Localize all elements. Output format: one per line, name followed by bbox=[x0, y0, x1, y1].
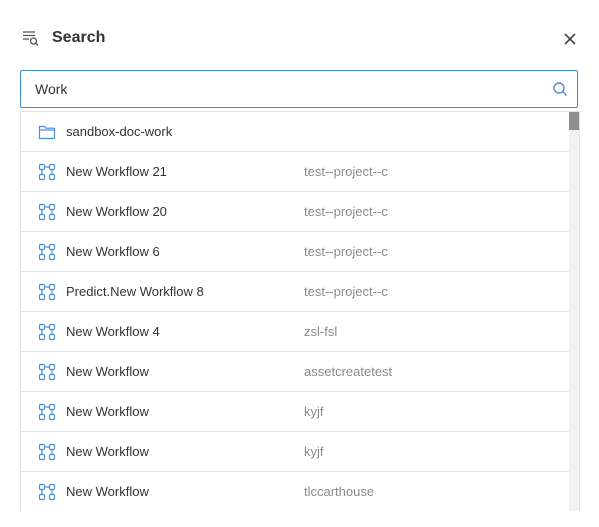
result-project: test--project--c bbox=[304, 204, 388, 219]
workflow-icon bbox=[38, 243, 56, 261]
result-name: sandbox-doc-work bbox=[66, 124, 173, 139]
result-name: New Workflow bbox=[66, 364, 149, 379]
workflow-icon bbox=[38, 443, 56, 461]
result-project: test--project--c bbox=[304, 164, 388, 179]
workflow-icon bbox=[38, 363, 56, 381]
workflow-result-row[interactable]: New Workflow tlccarthouse bbox=[21, 472, 569, 511]
search-results-list: sandbox-doc-work New Workflow 21 test--pro… bbox=[20, 111, 580, 511]
result-name: Predict.New Workflow 8 bbox=[66, 284, 204, 299]
workflow-result-row[interactable]: New Workflow kyjf bbox=[21, 432, 569, 472]
scrollbar-thumb[interactable] bbox=[569, 112, 579, 130]
workflow-result-row[interactable]: New Workflow 20 test--project--c bbox=[21, 192, 569, 232]
result-name: New Workflow 6 bbox=[66, 244, 160, 259]
result-name: New Workflow bbox=[66, 404, 149, 419]
result-name: New Workflow bbox=[66, 444, 149, 459]
workflow-icon bbox=[38, 483, 56, 501]
workflow-result-row[interactable]: New Workflow 6 test--project--c bbox=[21, 232, 569, 272]
result-project: kyjf bbox=[304, 444, 324, 459]
workflow-icon bbox=[38, 323, 56, 341]
search-box bbox=[20, 70, 578, 108]
scrollbar[interactable] bbox=[569, 112, 579, 511]
workflow-result-row[interactable]: New Workflow 21 test--project--c bbox=[21, 152, 569, 192]
result-name: New Workflow 4 bbox=[66, 324, 160, 339]
result-project: tlccarthouse bbox=[304, 484, 375, 499]
result-name: New Workflow 21 bbox=[66, 164, 167, 179]
workflow-icon bbox=[38, 283, 56, 301]
result-project: test--project--c bbox=[304, 284, 388, 299]
workflow-result-row[interactable]: Predict.New Workflow 8 test--project--c bbox=[21, 272, 569, 312]
search-input[interactable] bbox=[35, 71, 535, 107]
workflow-result-row[interactable]: New Workflow 4 zsl-fsl bbox=[21, 312, 569, 352]
search-icon[interactable] bbox=[552, 81, 568, 97]
result-project: test--project--c bbox=[304, 244, 388, 259]
result-project: kyjf bbox=[304, 404, 324, 419]
workflow-icon bbox=[38, 203, 56, 221]
workflow-result-row[interactable]: New Workflow kyjf bbox=[21, 392, 569, 432]
workflow-icon bbox=[38, 403, 56, 421]
folder-icon bbox=[38, 123, 56, 141]
workflow-icon bbox=[38, 163, 56, 181]
folder-result-row[interactable]: sandbox-doc-work bbox=[21, 112, 569, 152]
search-filter-icon bbox=[22, 29, 40, 47]
result-project: zsl-fsl bbox=[304, 324, 338, 339]
result-name: New Workflow 20 bbox=[66, 204, 167, 219]
panel-title: Search bbox=[52, 29, 106, 46]
close-icon[interactable] bbox=[560, 29, 580, 49]
search-panel-header: Search bbox=[0, 0, 599, 70]
result-project: assetcreatetest bbox=[304, 364, 393, 379]
workflow-result-row[interactable]: New Workflow assetcreatetest bbox=[21, 352, 569, 392]
result-name: New Workflow bbox=[66, 484, 149, 499]
